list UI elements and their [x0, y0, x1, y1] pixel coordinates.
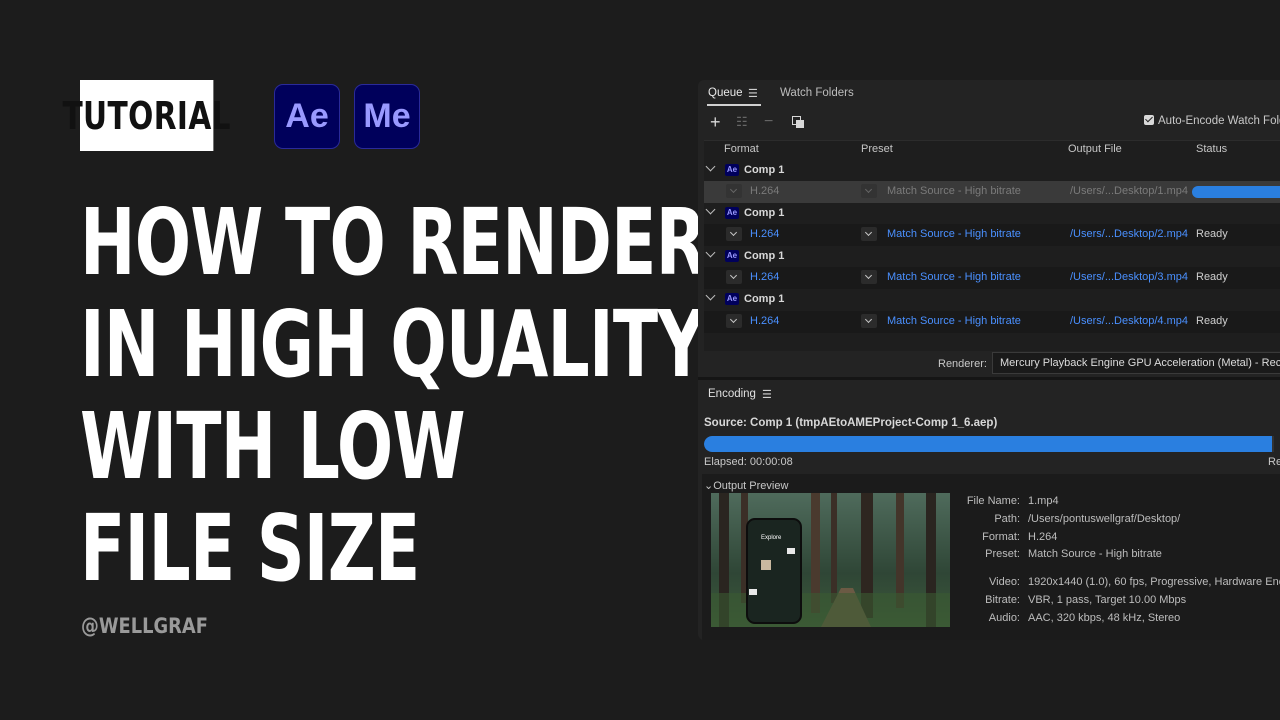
column-preset[interactable]: Preset: [861, 143, 893, 155]
queue-menu-icon[interactable]: ☰: [748, 87, 758, 100]
detail-value: 1.mp4: [1028, 495, 1059, 507]
queue-item-row[interactable]: H.264 Match Source - High bitrate /Users…: [704, 311, 1280, 333]
queue-comp-row[interactable]: Ae Comp 1: [704, 203, 1280, 225]
add-source-button[interactable]: +: [710, 112, 721, 132]
chevron-down-icon[interactable]: [705, 204, 716, 215]
chevron-down-icon[interactable]: [705, 161, 716, 172]
preset-dropdown[interactable]: [861, 184, 877, 198]
preset-link[interactable]: Match Source - High bitrate: [887, 315, 1021, 327]
preset-link[interactable]: Match Source - High bitrate: [887, 185, 1021, 197]
ae-icon: Ae: [725, 164, 739, 176]
preset-link[interactable]: Match Source - High bitrate: [887, 271, 1021, 283]
chevron-down-icon[interactable]: [705, 290, 716, 301]
headline-line-1: HOW TO RENDER: [80, 189, 707, 296]
output-preview-toggle[interactable]: ⌄Output Preview: [704, 479, 788, 492]
headline-line-3: WITH LOW: [80, 393, 466, 500]
detail-key: Path:: [994, 513, 1020, 525]
queue-item-row[interactable]: H.264 Match Source - High bitrate /Users…: [704, 267, 1280, 289]
panel-divider: [698, 377, 1280, 380]
column-status[interactable]: Status: [1196, 143, 1227, 155]
format-link[interactable]: H.264: [750, 185, 779, 197]
comp-name: Comp 1: [744, 250, 785, 262]
ae-icon: Ae: [725, 250, 739, 262]
encoding-menu-icon[interactable]: ☰: [762, 388, 772, 401]
encoding-source: Source: Comp 1 (tmpAEtoAMEProject-Comp 1…: [704, 417, 998, 429]
comp-name: Comp 1: [744, 207, 785, 219]
queue-item-row[interactable]: H.264 Match Source - High bitrate /Users…: [704, 181, 1280, 203]
detail-value: AAC, 320 kbps, 48 kHz, Stereo: [1028, 612, 1181, 624]
elapsed-time: Elapsed: 00:00:08: [704, 456, 793, 468]
preset-dropdown[interactable]: [861, 314, 877, 328]
remaining-time: Re: [1268, 456, 1280, 468]
chevron-down-icon: ⌄: [704, 480, 714, 492]
format-dropdown[interactable]: [726, 314, 742, 328]
queue-comp-row[interactable]: Ae Comp 1: [704, 289, 1280, 311]
headline-line-2: IN HIGH QUALITY: [80, 291, 705, 398]
queue-comp-row[interactable]: Ae Comp 1: [704, 246, 1280, 268]
comp-name: Comp 1: [744, 164, 785, 176]
media-encoder-panel: Queue ☰ Watch Folders + ☷ − Auto-Encode …: [698, 80, 1280, 640]
ae-icon: Ae: [725, 293, 739, 305]
ae-icon: Ae: [725, 207, 739, 219]
duplicate-icon[interactable]: [792, 116, 804, 128]
detail-key: Audio:: [988, 612, 1020, 624]
format-link[interactable]: H.264: [750, 228, 779, 240]
auto-encode-label: Auto-Encode Watch Folde: [1158, 115, 1280, 127]
headline-line-4: FILE SIZE: [80, 495, 420, 602]
headline: HOW TO RENDER IN HIGH QUALITY WITH LOW F…: [80, 189, 707, 602]
renderer-select[interactable]: Mercury Playback Engine GPU Acceleration…: [992, 352, 1280, 374]
format-dropdown[interactable]: [726, 227, 742, 241]
queue-item-progress: [1192, 186, 1280, 198]
detail-value: H.264: [1028, 531, 1058, 543]
queue-comp-row[interactable]: Ae Comp 1: [704, 160, 1280, 182]
detail-value: 1920x1440 (1.0), 60 fps, Progressive, Ha…: [1028, 576, 1280, 588]
output-file-link[interactable]: /Users/...Desktop/1.mp4: [1070, 185, 1188, 197]
output-file-link[interactable]: /Users/...Desktop/3.mp4: [1070, 271, 1188, 283]
status-text: Ready: [1196, 228, 1228, 240]
column-format[interactable]: Format: [724, 143, 759, 155]
tab-watch-folders[interactable]: Watch Folders: [780, 87, 854, 99]
renderer-label: Renderer:: [938, 358, 987, 370]
output-file-link[interactable]: /Users/...Desktop/4.mp4: [1070, 315, 1188, 327]
queue-item-row[interactable]: H.264 Match Source - High bitrate /Users…: [704, 224, 1280, 246]
tutorial-badge: TUTORIAL: [62, 80, 231, 151]
detail-value: /Users/pontuswellgraf/Desktop/: [1028, 513, 1181, 525]
detail-key: File Name:: [966, 495, 1020, 507]
column-output-file[interactable]: Output File: [1068, 143, 1122, 155]
output-file-link[interactable]: /Users/...Desktop/2.mp4: [1070, 228, 1188, 240]
detail-value: VBR, 1 pass, Target 10.00 Mbps: [1028, 594, 1187, 606]
encoding-progress-bar: [704, 436, 1274, 452]
status-text: Ready: [1196, 315, 1228, 327]
detail-key: Preset:: [985, 548, 1020, 560]
media-encoder-icon: Me: [354, 84, 420, 149]
detail-key: Bitrate:: [985, 594, 1020, 606]
output-preview-label: Output Preview: [713, 480, 789, 492]
detail-value: Match Source - High bitrate: [1028, 548, 1162, 560]
preset-link[interactable]: Match Source - High bitrate: [887, 228, 1021, 240]
comp-name: Comp 1: [744, 293, 785, 305]
auto-encode-checkbox[interactable]: Auto-Encode Watch Folde: [1144, 115, 1280, 127]
after-effects-icon: Ae: [274, 84, 340, 149]
preview-text: Explore: [761, 535, 782, 541]
format-dropdown[interactable]: [726, 184, 742, 198]
status-text: Ready: [1196, 271, 1228, 283]
chevron-down-icon[interactable]: [705, 247, 716, 258]
active-tab-indicator: [707, 104, 761, 106]
format-dropdown[interactable]: [726, 270, 742, 284]
checkbox-checked-icon[interactable]: [1144, 115, 1154, 125]
detail-key: Video:: [989, 576, 1020, 588]
preset-dropdown[interactable]: [861, 270, 877, 284]
settings-sliders-icon[interactable]: ☷: [736, 112, 748, 132]
preset-dropdown[interactable]: [861, 227, 877, 241]
remove-button[interactable]: −: [764, 112, 773, 132]
format-link[interactable]: H.264: [750, 271, 779, 283]
format-link[interactable]: H.264: [750, 315, 779, 327]
detail-key: Format:: [982, 531, 1020, 543]
author-handle: @WELLGRAF: [81, 614, 208, 638]
panel-tabs: Queue ☰ Watch Folders: [698, 80, 1280, 106]
tab-queue[interactable]: Queue: [708, 87, 743, 99]
encoding-panel-title[interactable]: Encoding: [708, 388, 756, 400]
encoding-progress-fill: [704, 436, 1272, 452]
